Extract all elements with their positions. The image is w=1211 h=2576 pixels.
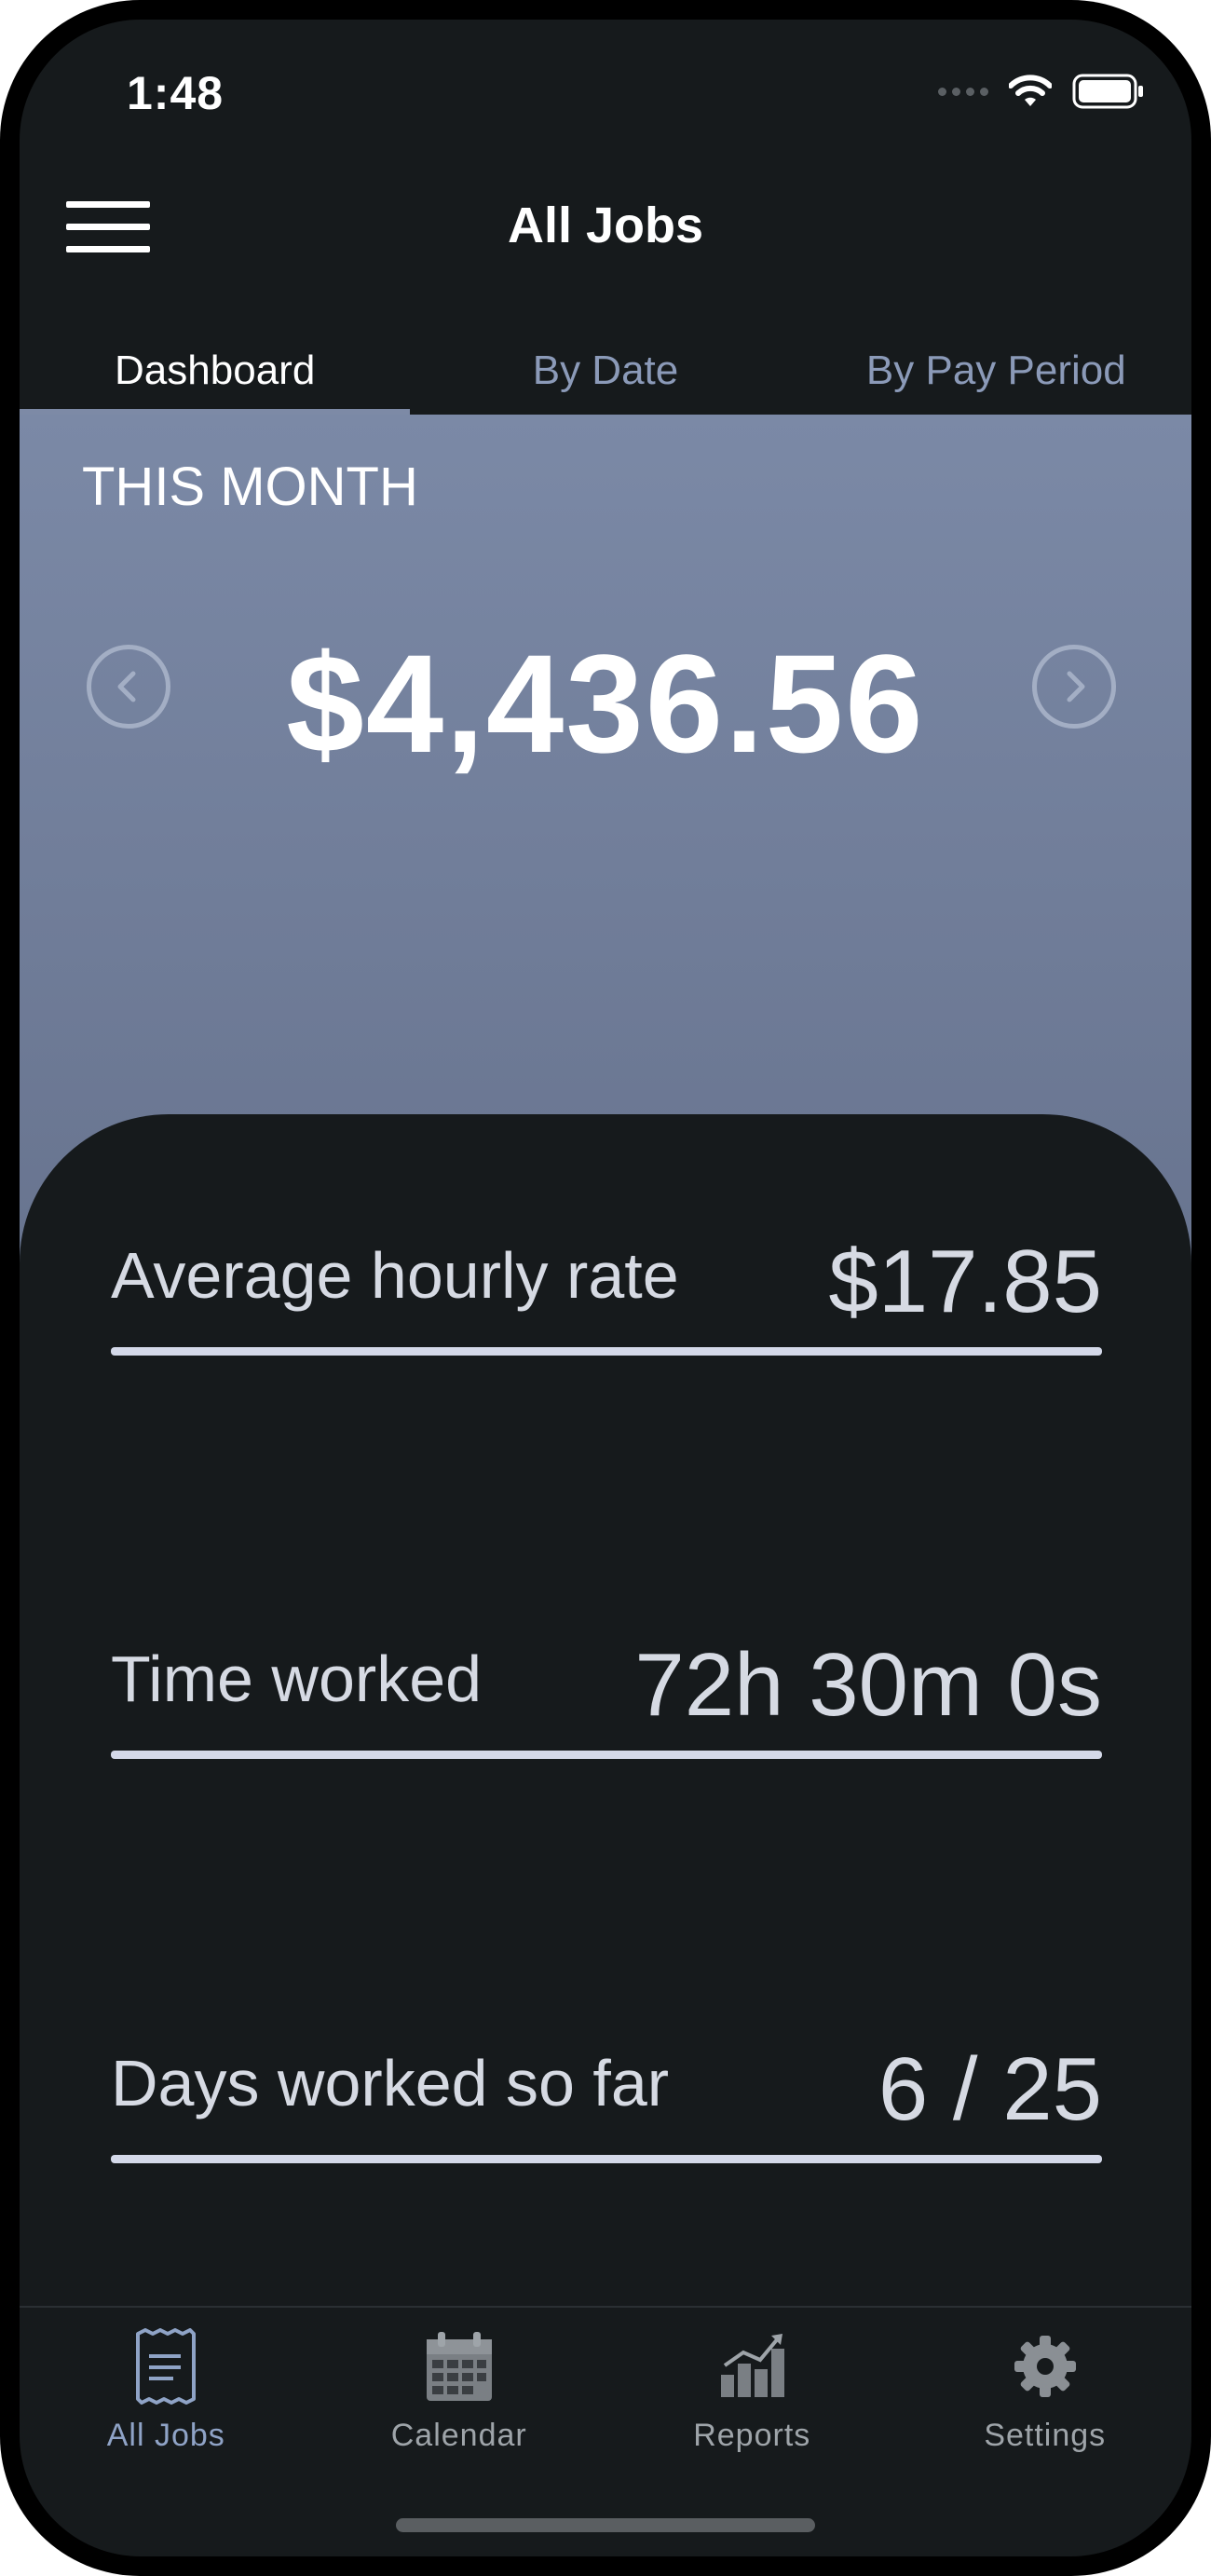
tab-by-pay-period[interactable]: By Pay Period — [801, 327, 1191, 411]
home-indicator[interactable] — [396, 2518, 815, 2532]
stat-time-worked: Time worked 72h 30m 0s — [111, 1635, 1102, 1809]
earnings-amount: $4,436.56 — [286, 625, 925, 782]
tab-by-date[interactable]: By Date — [410, 327, 800, 411]
stat-label: Average hourly rate — [111, 1239, 679, 1312]
receipt-icon — [136, 2328, 197, 2405]
view-tabs: Dashboard By Date By Pay Period — [20, 327, 1191, 422]
wifi-icon — [1009, 75, 1052, 106]
tabbar-label: Calendar — [390, 2418, 527, 2453]
phone-frame: 1:48 All Jobs Dashboard By Date By Pay P… — [0, 0, 1211, 2576]
stat-value: $17.85 — [828, 1232, 1102, 1331]
tabbar-label: Reports — [693, 2418, 811, 2453]
battery-icon — [1072, 74, 1143, 109]
tabbar-label: Settings — [984, 2418, 1107, 2453]
tabbar-calendar[interactable]: Calendar — [313, 2308, 606, 2513]
tab-label: Dashboard — [115, 348, 316, 393]
tab-label: By Date — [532, 348, 679, 393]
stat-divider — [111, 1347, 1102, 1356]
tab-label: By Pay Period — [865, 348, 1126, 393]
page-title: All Jobs — [507, 198, 704, 253]
tabbar-label: All Jobs — [106, 2418, 225, 2453]
stat-divider — [111, 2155, 1102, 2163]
stat-average-hourly-rate: Average hourly rate $17.85 — [111, 1232, 1102, 1406]
status-time: 1:48 — [127, 67, 225, 119]
cellular-signal-icon — [938, 87, 988, 96]
tabbar-settings[interactable]: Settings — [899, 2308, 1192, 2513]
period-label: THIS MONTH — [82, 457, 418, 517]
tab-dashboard[interactable]: Dashboard — [20, 327, 411, 422]
status-indicators — [938, 74, 1145, 109]
calendar-icon — [426, 2332, 492, 2401]
bottom-tab-bar: All Jobs Calendar Reports Settings — [20, 2306, 1191, 2513]
stat-value: 72h 30m 0s — [634, 1635, 1102, 1735]
app-screen: 1:48 All Jobs Dashboard By Date By Pay P… — [20, 20, 1191, 2556]
stat-days-worked: Days worked so far 6 / 25 — [111, 2039, 1102, 2214]
stat-value: 6 / 25 — [878, 2039, 1102, 2139]
stat-label: Days worked so far — [111, 2047, 670, 2119]
stat-divider — [111, 1751, 1102, 1759]
tabbar-reports[interactable]: Reports — [606, 2308, 899, 2513]
chevron-right-icon — [1067, 671, 1085, 702]
stat-label: Time worked — [111, 1642, 483, 1715]
tabbar-all-jobs[interactable]: All Jobs — [20, 2308, 313, 2513]
gear-icon — [1014, 2336, 1076, 2397]
chart-icon — [721, 2334, 785, 2397]
next-period-button[interactable] — [1032, 645, 1116, 729]
